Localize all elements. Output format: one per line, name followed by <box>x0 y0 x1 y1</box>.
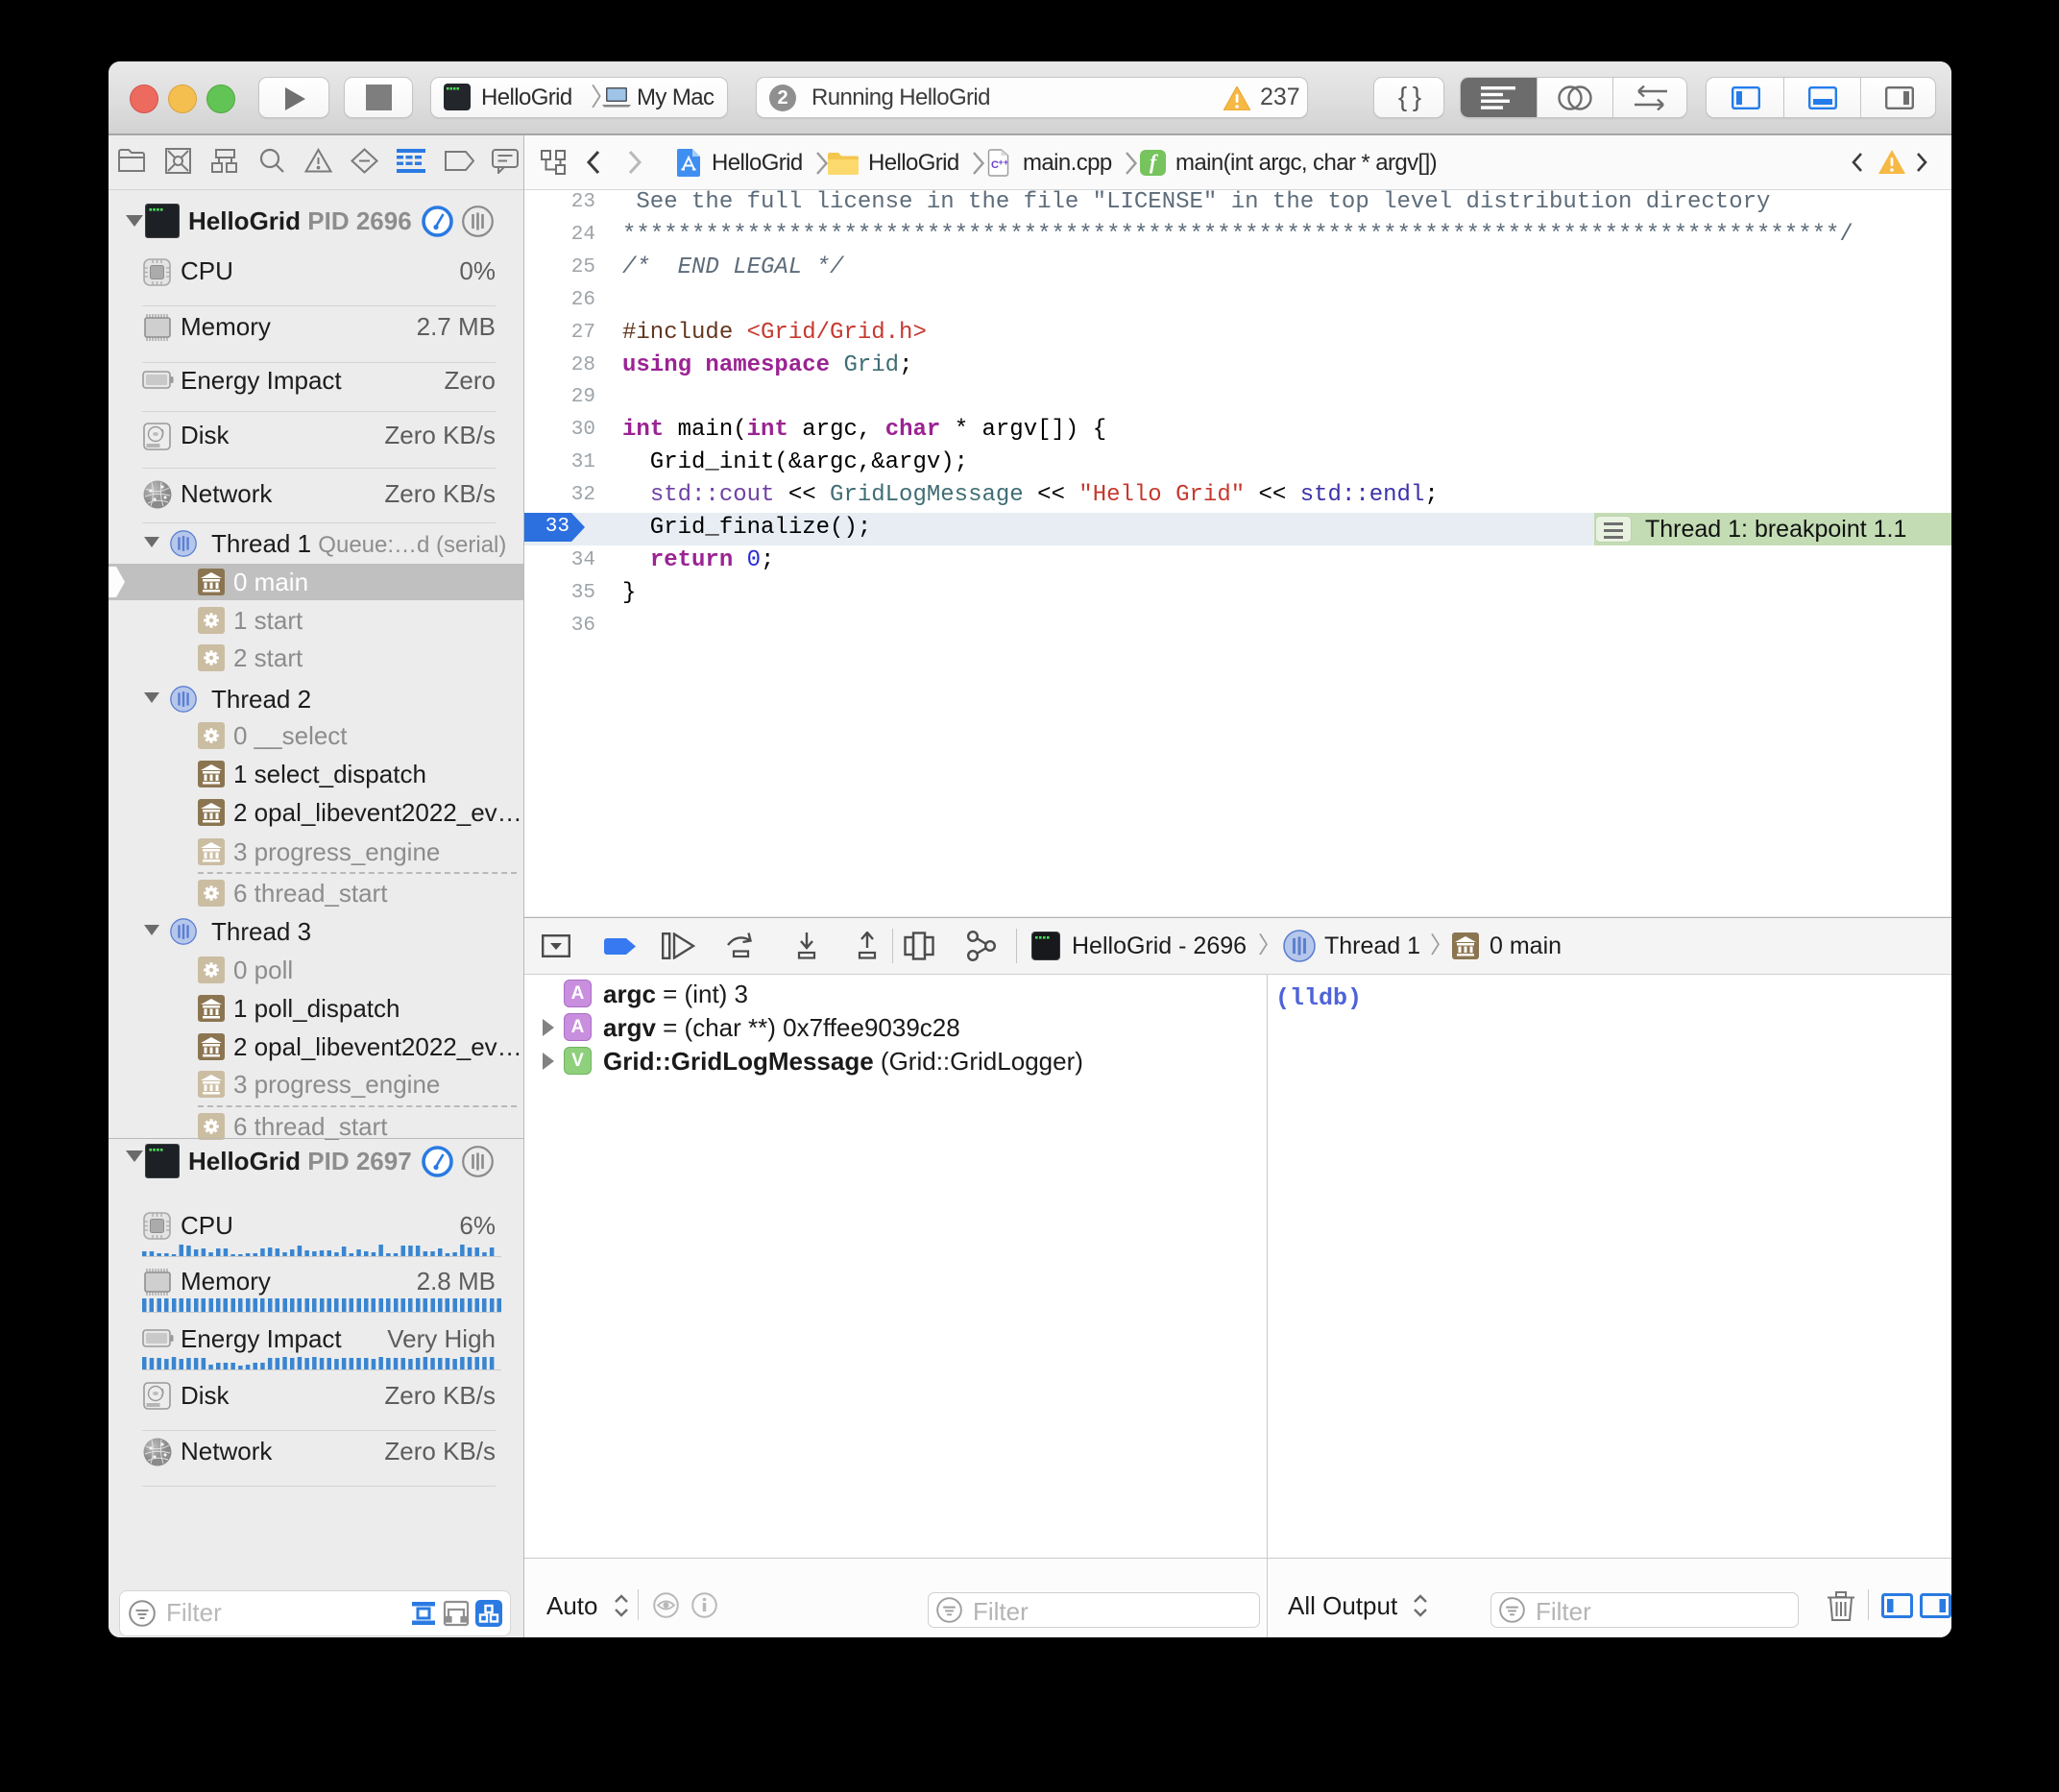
svg-text:++: ++ <box>999 157 1009 167</box>
